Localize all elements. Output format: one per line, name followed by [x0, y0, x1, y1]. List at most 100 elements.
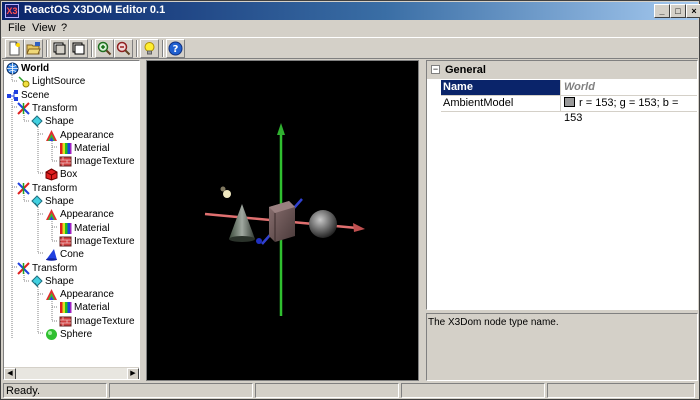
property-name: AmbientModel: [441, 96, 561, 111]
light-source-marker: [223, 190, 231, 198]
tree-node-label: Transform: [32, 102, 78, 114]
property-grid[interactable]: − General Name World AmbientModel r = 15…: [426, 60, 698, 310]
app-icon: X3: [5, 4, 19, 18]
tree-node-label: Appearance: [60, 289, 114, 301]
shape-icon: [31, 275, 43, 288]
status-panel-4: [401, 383, 545, 398]
color-swatch: [564, 97, 575, 107]
toolbar: ?: [2, 37, 698, 59]
light-icon: [18, 76, 30, 88]
tree-node-label: Shape: [45, 275, 74, 287]
light-bulb-icon: [144, 42, 155, 55]
cone-icon: [46, 249, 57, 261]
tree-node-label: Material: [74, 302, 110, 314]
zoom-in-button[interactable]: [95, 39, 114, 58]
property-value-text: r = 153; g = 153; b = 153: [564, 97, 679, 124]
texture-icon: [59, 156, 72, 167]
property-description: The X3Dom node type name.: [428, 317, 559, 328]
scroll-right-button[interactable]: ▶: [127, 368, 139, 379]
tree-node-label: Box: [60, 169, 78, 181]
tree-node-label: Cone: [60, 249, 84, 261]
scene-render: [204, 123, 365, 316]
tree-horizontal-scrollbar[interactable]: ◀ ▶: [4, 367, 139, 379]
tree-node-label: Material: [74, 222, 110, 234]
tree-node-label: Material: [74, 142, 110, 154]
tree-node-label: Appearance: [60, 129, 114, 141]
status-bar: Ready.: [2, 382, 698, 399]
title-bar[interactable]: X3 ReactOS X3DOM Editor 0.1 _ □ ×: [2, 2, 700, 20]
tree-node-label: Shape: [45, 116, 74, 128]
scene-icon: [7, 89, 18, 101]
property-value[interactable]: r = 153; g = 153; b = 153: [562, 96, 697, 124]
view-mode-b-button[interactable]: [69, 39, 88, 58]
z-axis-tip: [256, 238, 262, 244]
view-mode-a-button[interactable]: [50, 39, 69, 58]
transform-icon: [17, 102, 30, 115]
menu-view[interactable]: View: [32, 22, 56, 34]
appearance-icon: [46, 289, 57, 301]
tree-node-label: Appearance: [60, 209, 114, 221]
help-button[interactable]: ?: [166, 39, 185, 58]
open-file-button[interactable]: [24, 39, 43, 58]
material-icon: [60, 302, 72, 314]
minimize-button[interactable]: _: [654, 4, 670, 18]
view-mode-a-icon: [53, 42, 66, 55]
light-source-marker-part: [220, 186, 226, 192]
y-axis-arrow: [277, 123, 285, 135]
window-title: ReactOS X3DOM Editor 0.1: [24, 4, 166, 16]
svg-text:?: ?: [173, 44, 179, 55]
sphere-shape: [309, 210, 337, 238]
tree-node-label: ImageTexture: [74, 156, 135, 168]
texture-icon: [59, 236, 72, 247]
open-folder-icon: [26, 42, 41, 55]
status-text: Ready.: [6, 385, 41, 397]
zoom-in-icon: [97, 41, 112, 56]
property-row-name[interactable]: Name World: [441, 80, 697, 96]
status-panel-3: [255, 383, 399, 398]
tree-node-label: Transform: [32, 182, 78, 194]
menu-help[interactable]: ?: [61, 22, 67, 34]
new-file-icon: [9, 41, 20, 56]
property-value[interactable]: World: [562, 80, 697, 95]
new-file-button[interactable]: [5, 39, 24, 58]
scroll-left-button[interactable]: ◀: [4, 368, 16, 379]
menu-file[interactable]: File: [8, 22, 26, 34]
status-panel-2: [109, 383, 253, 398]
property-row-ambient-model[interactable]: AmbientModel r = 153; g = 153; b = 153: [441, 96, 697, 124]
box-icon: [45, 168, 58, 181]
status-panel-5: [547, 383, 695, 398]
transform-icon: [17, 261, 30, 275]
texture-icon: [59, 316, 72, 327]
maximize-button[interactable]: □: [670, 4, 686, 18]
tree-node-label: Transform: [32, 262, 78, 274]
material-icon: [60, 222, 72, 234]
tree-node-label: LightSource: [32, 76, 86, 88]
3d-viewport[interactable]: [146, 60, 419, 381]
collapse-toggle[interactable]: −: [431, 65, 440, 74]
category-general[interactable]: − General: [427, 61, 697, 79]
appearance-icon: [46, 209, 57, 221]
menu-bar: File View ?: [2, 21, 698, 36]
tree-node-label: ImageTexture: [74, 235, 135, 247]
shape-icon: [31, 115, 43, 128]
category-label: General: [445, 64, 486, 76]
scene-tree[interactable]: World LightSource Scene Transform Shape Appea…: [3, 60, 140, 380]
tree-node-label: Shape: [45, 196, 74, 207]
globe-icon: [6, 62, 19, 75]
tree-node-label: Sphere: [60, 329, 93, 340]
material-icon: [60, 142, 72, 154]
zoom-out-icon: [116, 41, 131, 56]
transform-icon: [17, 181, 30, 195]
help-icon: ?: [168, 41, 183, 56]
status-panel-main: Ready.: [3, 383, 107, 398]
cone-shape: [229, 204, 255, 239]
app-window: X3 ReactOS X3DOM Editor 0.1 _ □ × File V…: [0, 0, 700, 400]
light-button[interactable]: [140, 39, 159, 58]
tree-node-label: Scene: [21, 89, 50, 101]
property-name: Name: [441, 80, 561, 95]
property-description-pane: The X3Dom node type name.: [426, 313, 698, 381]
shape-icon: [31, 195, 43, 208]
close-button[interactable]: ×: [686, 4, 700, 18]
view-mode-b-icon: [72, 42, 85, 55]
zoom-out-button[interactable]: [114, 39, 133, 58]
